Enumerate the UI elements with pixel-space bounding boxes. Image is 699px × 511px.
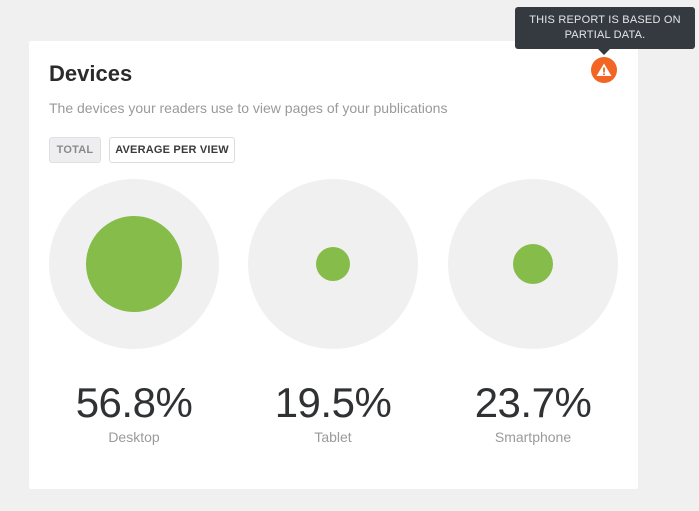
warning-triangle-icon[interactable]: [591, 57, 617, 83]
desktop-percent: 56.8%: [75, 379, 193, 426]
tooltip-line-2: PARTIAL DATA.: [564, 29, 646, 41]
average-per-view-toggle-button[interactable]: AVERAGE PER VIEW: [109, 137, 235, 163]
tablet-label: Tablet: [314, 429, 352, 445]
desktop-label: Desktop: [108, 429, 160, 445]
smartphone-label: Smartphone: [494, 429, 572, 445]
smartphone-share-dot: [513, 244, 553, 284]
partial-data-tooltip: THIS REPORT IS BASED ON PARTIAL DATA.: [515, 7, 695, 49]
desktop-share-dot: [86, 216, 182, 312]
card-subtitle: The devices your readers use to view pag…: [49, 100, 448, 116]
tablet-share-dot: [316, 247, 350, 281]
total-toggle-button[interactable]: TOTAL: [49, 137, 101, 163]
tooltip-line-1: THIS REPORT IS BASED ON: [529, 14, 681, 26]
smartphone-percent: 23.7%: [474, 379, 592, 426]
devices-card: Devices The devices your readers use to …: [29, 41, 638, 489]
tablet-percent: 19.5%: [274, 379, 392, 426]
card-title: Devices: [49, 61, 133, 86]
tooltip-arrow: [598, 49, 610, 55]
